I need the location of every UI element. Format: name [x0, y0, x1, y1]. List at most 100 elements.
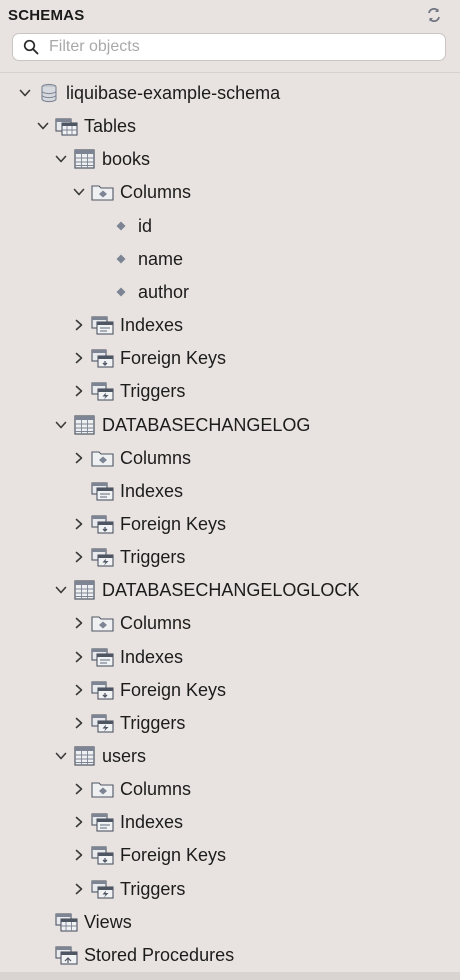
tree-item-databasechangelog-foreign-keys[interactable]: Foreign Keys	[0, 509, 460, 539]
tree-item-books-triggers[interactable]: Triggers	[0, 376, 460, 406]
refresh-icon[interactable]	[424, 5, 444, 25]
tree-item-views[interactable]: Views	[0, 907, 460, 937]
chevron-right-icon[interactable]	[72, 318, 86, 332]
chevron-right-icon[interactable]	[72, 384, 86, 398]
columns-folder-icon	[91, 447, 115, 469]
search-input[interactable]	[49, 36, 439, 58]
tree-item-label: Tables	[84, 116, 137, 137]
chevron-right-icon[interactable]	[72, 616, 86, 630]
tree-item-label: Foreign Keys	[120, 679, 227, 700]
divider	[0, 72, 460, 73]
tree-item-books-indexes[interactable]: Indexes	[0, 310, 460, 340]
search-box[interactable]	[12, 33, 446, 61]
tree-item-label: Foreign Keys	[120, 348, 227, 369]
tree-item-label: Indexes	[120, 646, 184, 667]
chevron-right-icon[interactable]	[72, 451, 86, 465]
tree-item-label: Triggers	[120, 381, 186, 402]
tree-item-databasechangeloglock-columns[interactable]: Columns	[0, 608, 460, 638]
tree-item-column-name[interactable]: name	[0, 244, 460, 274]
tree-item-users-triggers[interactable]: Triggers	[0, 874, 460, 904]
indexes-folder-icon	[91, 314, 115, 336]
chevron-right-icon[interactable]	[72, 716, 86, 730]
chevron-down-icon[interactable]	[54, 583, 68, 597]
tree-item-table-users[interactable]: users	[0, 741, 460, 771]
chevron-right-icon[interactable]	[72, 351, 86, 365]
chevron-down-icon[interactable]	[18, 86, 32, 100]
tree-item-table-databasechangelog[interactable]: DATABASECHANGELOG	[0, 410, 460, 440]
tree-item-column-author[interactable]: author	[0, 277, 460, 307]
triggers-folder-icon	[91, 380, 115, 402]
tree-item-label: Columns	[120, 779, 192, 800]
chevron-right-icon[interactable]	[72, 683, 86, 697]
tree-item-label: id	[138, 215, 153, 236]
chevron-right-icon[interactable]	[72, 517, 86, 531]
tree-item-label: Views	[84, 911, 132, 932]
tree-item-label: users	[102, 746, 147, 766]
tree-item-label: author	[138, 281, 190, 302]
tree-item-label: Triggers	[120, 878, 186, 899]
chevron-right-icon[interactable]	[72, 550, 86, 564]
table-icon	[73, 414, 97, 436]
chevron-right-icon[interactable]	[72, 848, 86, 862]
tree-item-schema[interactable]: liquibase-example-schema	[0, 78, 460, 108]
columns-folder-icon	[91, 181, 115, 203]
tree-item-label: Columns	[120, 447, 192, 468]
tree-item-label: Indexes	[120, 480, 184, 501]
tree-item-label: DATABASECHANGELOG	[102, 414, 311, 435]
tree-item-label: DATABASECHANGELOGLOCK	[102, 580, 360, 601]
triggers-folder-icon	[91, 712, 115, 734]
panel-title: SCHEMAS	[8, 7, 85, 24]
tree-item-users-indexes[interactable]: Indexes	[0, 807, 460, 837]
indexes-folder-icon	[91, 646, 115, 668]
tree-item-databasechangeloglock-triggers[interactable]: Triggers	[0, 708, 460, 738]
tree-item-users-foreign-keys[interactable]: Foreign Keys	[0, 840, 460, 870]
column-icon	[109, 248, 133, 270]
chevron-down-icon[interactable]	[54, 749, 68, 763]
chevron-down-icon[interactable]	[72, 185, 86, 199]
triggers-folder-icon	[91, 878, 115, 900]
chevron-down-icon[interactable]	[54, 418, 68, 432]
foreign-keys-folder-icon	[91, 844, 115, 866]
tree-item-table-databasechangeloglock[interactable]: DATABASECHANGELOGLOCK	[0, 575, 460, 605]
tree-item-label: Columns	[120, 613, 192, 634]
column-icon	[109, 281, 133, 303]
chevron-down-icon[interactable]	[36, 119, 50, 133]
tree-item-table-books[interactable]: books	[0, 144, 460, 174]
tree-item-stored-procedures[interactable]: Stored Procedures	[0, 940, 460, 970]
indexes-folder-icon	[91, 811, 115, 833]
tree-item-databasechangelog-columns[interactable]: Columns	[0, 443, 460, 473]
columns-folder-icon	[91, 778, 115, 800]
tree-item-databasechangelog-triggers[interactable]: Triggers	[0, 542, 460, 572]
chevron-right-icon[interactable]	[72, 882, 86, 896]
tree-item-label: Triggers	[120, 547, 186, 568]
tree-item-databasechangeloglock-indexes[interactable]: Indexes	[0, 642, 460, 672]
tree-item-databasechangelog-indexes[interactable]: Indexes	[0, 476, 460, 506]
foreign-keys-folder-icon	[91, 347, 115, 369]
tree-item-label: Stored Procedures	[84, 944, 235, 965]
stored-procedures-folder-icon	[55, 944, 79, 966]
indexes-folder-icon	[91, 480, 115, 502]
tree-item-label: Indexes	[120, 315, 184, 336]
tree-item-users-columns[interactable]: Columns	[0, 774, 460, 804]
tree-item-label: Foreign Keys	[120, 513, 227, 534]
table-icon	[73, 579, 97, 601]
tree-item-column-id[interactable]: id	[0, 211, 460, 241]
chevron-right-icon[interactable]	[72, 650, 86, 664]
triggers-folder-icon	[91, 546, 115, 568]
tree-item-books-foreign-keys[interactable]: Foreign Keys	[0, 343, 460, 373]
chevron-right-icon[interactable]	[72, 782, 86, 796]
tree-item-books-columns[interactable]: Columns	[0, 177, 460, 207]
tree-item-label: books	[102, 149, 151, 170]
bottom-resize-bar[interactable]	[0, 972, 460, 980]
chevron-down-icon[interactable]	[54, 152, 68, 166]
tree-item-tables[interactable]: Tables	[0, 111, 460, 141]
search-icon	[23, 39, 39, 55]
tree-item-label: name	[138, 248, 184, 269]
folder-tables-icon	[55, 115, 79, 137]
foreign-keys-folder-icon	[91, 679, 115, 701]
table-icon	[73, 745, 97, 767]
chevron-right-icon[interactable]	[72, 815, 86, 829]
tree-item-label: Foreign Keys	[120, 845, 227, 866]
foreign-keys-folder-icon	[91, 513, 115, 535]
tree-item-databasechangeloglock-foreign-keys[interactable]: Foreign Keys	[0, 675, 460, 705]
